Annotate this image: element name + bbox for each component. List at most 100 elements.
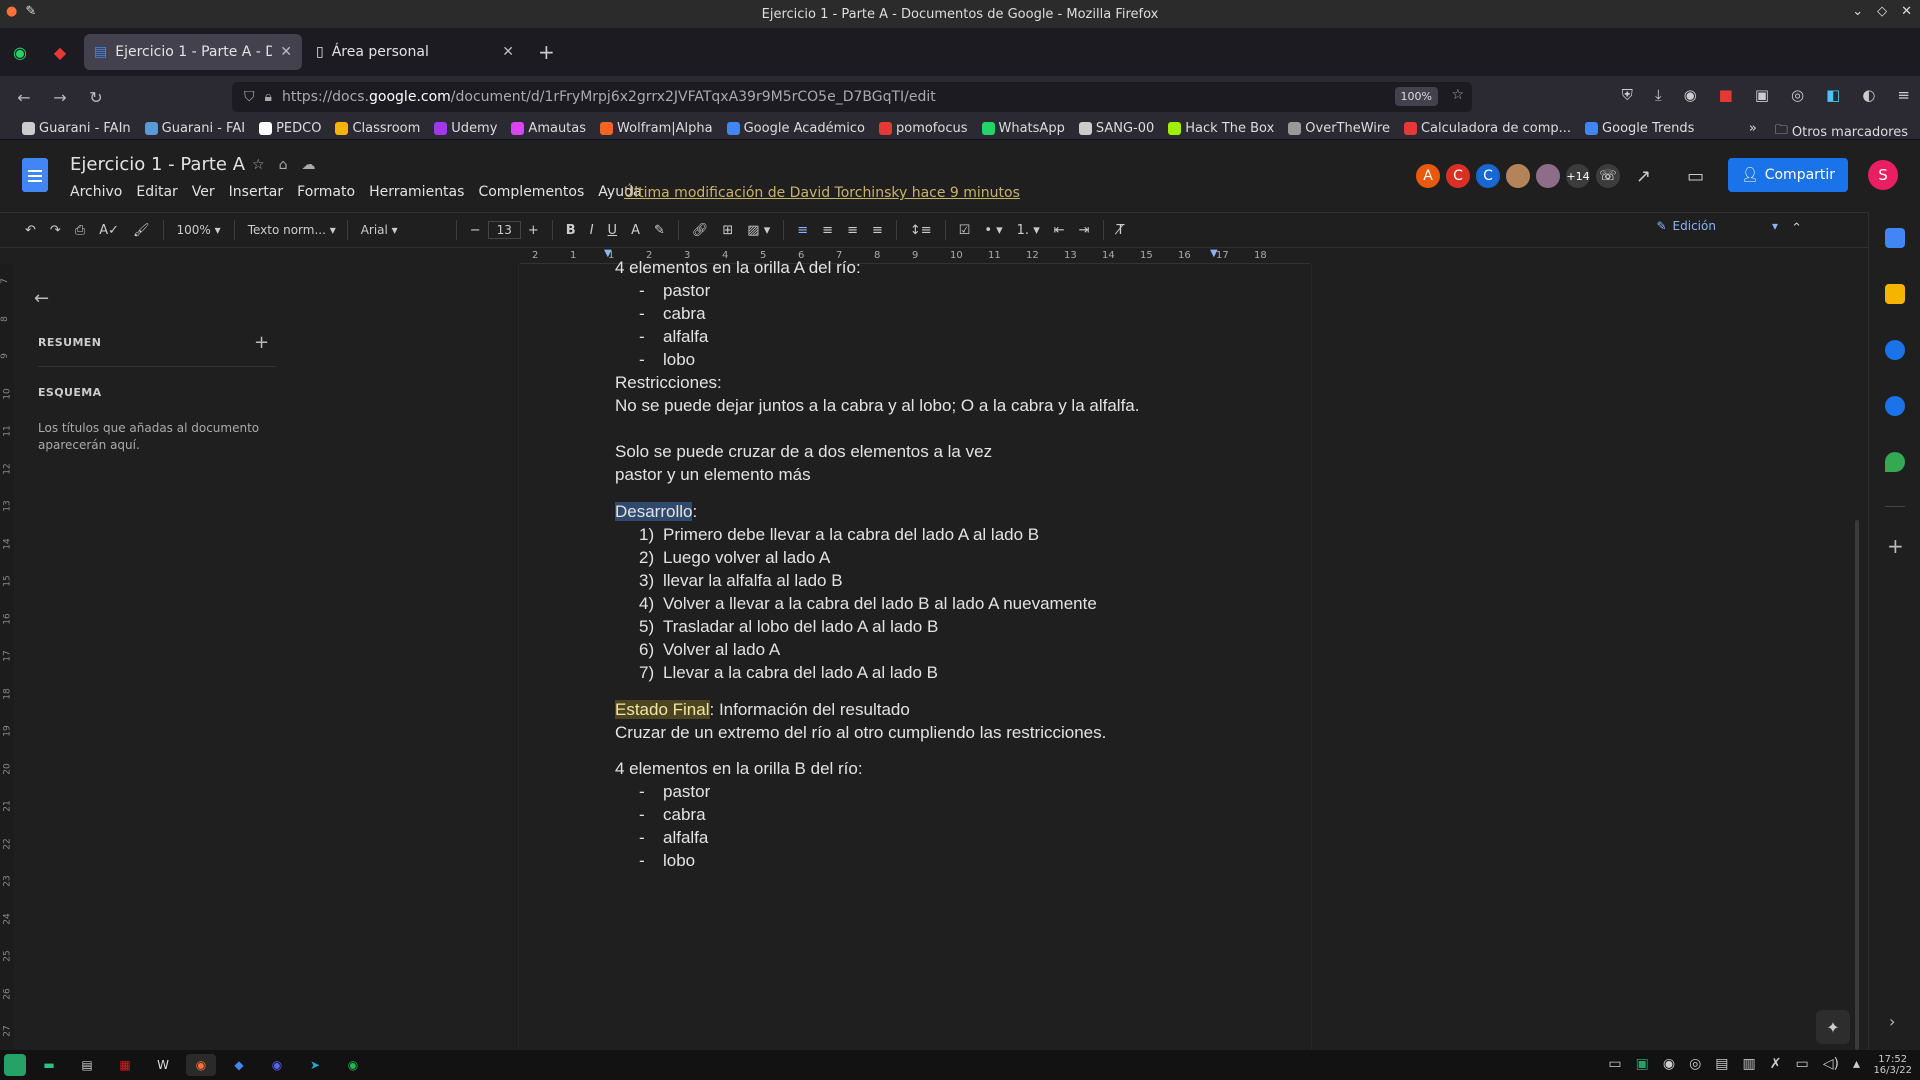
style-select[interactable]: Texto norm... ▾ (241, 223, 341, 237)
menu-icon[interactable]: ≡ (1897, 86, 1910, 104)
close-window-icon[interactable]: ✕ (1901, 4, 1912, 19)
bullet-list-item[interactable]: - alfalfa (639, 828, 708, 848)
decrease-indent-icon[interactable]: ⇤ (1047, 223, 1072, 238)
paragraph[interactable]: pastor y un elemento más (615, 465, 811, 485)
expand-panel-icon[interactable]: › (1889, 1012, 1895, 1031)
app-tray-icon[interactable]: ▣ (1636, 1056, 1649, 1072)
numbered-list-item[interactable]: 2) Luego volver al lado A (639, 548, 830, 568)
chevron-up-icon[interactable]: ▴ (1853, 1056, 1860, 1072)
tab-area-personal[interactable]: ▯ Área personal ✕ (306, 34, 524, 70)
bullet-list-item[interactable]: - pastor (639, 782, 710, 802)
maximize-icon[interactable]: ◇ (1877, 4, 1887, 19)
explore-button[interactable]: ✦ (1816, 1010, 1850, 1044)
app-icon[interactable]: W (148, 1054, 178, 1076)
files-icon[interactable]: ▤ (72, 1054, 102, 1076)
font-size-input[interactable]: 13 (487, 221, 521, 239)
discord-tray-icon[interactable]: ◉ (1663, 1056, 1675, 1072)
bookmark-item[interactable]: Google Académico (726, 121, 865, 136)
paragraph[interactable]: 4 elementos en la orilla A del río: (615, 258, 861, 278)
increase-indent-icon[interactable]: ⇥ (1072, 223, 1097, 238)
editing-mode-select[interactable]: ✎ Edición ▾ (1656, 219, 1778, 233)
bookmark-item[interactable]: WhatsApp (981, 121, 1065, 136)
paragraph[interactable]: Solo se puede cruzar de a dos elementos … (615, 442, 992, 462)
menu-item[interactable]: Formato (297, 184, 355, 200)
collaborator-avatar[interactable]: C (1474, 162, 1502, 190)
numbered-list-item[interactable]: 3) llevar la alfalfa al lado B (639, 571, 843, 591)
numbered-list-item[interactable]: 7) Llevar a la cabra del lado A al lado B (639, 663, 938, 683)
checklist-icon[interactable]: ☑ (952, 223, 978, 238)
menu-item[interactable]: Herramientas (369, 184, 464, 200)
section-heading[interactable]: Desarrollo: (615, 501, 697, 522)
redo-icon[interactable]: ↷ (43, 223, 68, 238)
menu-item[interactable]: Editar (136, 184, 177, 200)
bookmark-item[interactable]: Wolfram|Alpha (600, 121, 713, 136)
bookmark-item[interactable]: Google Trends (1585, 121, 1694, 136)
app-icon[interactable]: ▦ (110, 1054, 140, 1076)
bullet-list-item[interactable]: - pastor (639, 281, 710, 301)
bullet-list-item[interactable]: - alfalfa (639, 327, 708, 347)
lock-icon[interactable]: 🔒︎ (265, 89, 272, 105)
discord-icon[interactable]: ◉ (262, 1054, 292, 1076)
bookmark-item[interactable]: Amautas (511, 121, 586, 136)
pocket-icon[interactable]: ⛨ (1622, 86, 1633, 104)
spellcheck-icon[interactable]: A✓ (92, 223, 126, 238)
contacts-icon[interactable] (1885, 396, 1905, 416)
bullet-list-item[interactable]: - lobo (639, 851, 695, 871)
extension-icon[interactable]: ◐ (1862, 86, 1875, 104)
numbered-list-item[interactable]: 6) Volver al lado A (639, 640, 780, 660)
menu-item[interactable]: Insertar (229, 184, 284, 200)
indent-marker-icon[interactable]: ▼ (604, 248, 612, 259)
docs-logo-icon[interactable] (22, 158, 48, 192)
numbered-list-icon[interactable]: 1. ▾ (1010, 223, 1047, 238)
paragraph[interactable]: 4 elementos en la orilla B del río: (615, 759, 863, 779)
clock[interactable]: 17:52 16/3/22 (1873, 1054, 1912, 1076)
decrease-font-size-button[interactable]: − (463, 223, 488, 238)
paragraph[interactable]: Cruzar de un extremo del río al otro cum… (615, 723, 1106, 743)
add-comment-icon[interactable]: ⊞ (715, 223, 740, 238)
share-button[interactable]: 👤︎ Compartir (1728, 158, 1848, 192)
italic-button[interactable]: I (583, 223, 601, 238)
bookmark-item[interactable]: Guarani - FAIn (22, 121, 131, 136)
terminal-icon[interactable]: ▬ (34, 1054, 64, 1076)
app-icon[interactable]: ◆ (224, 1054, 254, 1076)
bookmark-item[interactable]: Classroom (335, 121, 420, 136)
reader-icon[interactable]: ▣ (1755, 86, 1769, 104)
telegram-icon[interactable]: ➤ (300, 1054, 330, 1076)
call-icon[interactable]: ☏ (1594, 162, 1622, 190)
bookmark-item[interactable]: Guarani - FAI (144, 121, 245, 136)
move-folder-icon[interactable]: ⌂ (279, 157, 288, 173)
paragraph[interactable]: Restricciones: (615, 373, 722, 393)
extension-icon[interactable]: ◎ (1791, 86, 1804, 104)
increase-font-size-button[interactable]: + (521, 223, 546, 238)
numbered-list-item[interactable]: 5) Trasladar al lobo del lado A al lado B (639, 617, 938, 637)
highlight-icon[interactable]: ✎ (647, 223, 672, 238)
underline-button[interactable]: U (601, 223, 625, 238)
account-icon[interactable]: ◉ (1684, 86, 1697, 104)
url-text[interactable]: https://docs.google.com/document/d/1rFry… (282, 89, 936, 105)
document-page[interactable]: 4 elementos en la orilla A del río: - past… (518, 258, 1312, 1050)
align-left-icon[interactable]: ≡ (790, 223, 815, 238)
add-addon-icon[interactable]: + (1887, 534, 1904, 558)
link-icon[interactable]: 🔗︎ (685, 223, 716, 238)
minimize-icon[interactable]: ⌄ (1852, 4, 1863, 19)
align-right-icon[interactable]: ≡ (840, 223, 865, 238)
numbered-list-item[interactable]: 4) Volver a llevar a la cabra del lado B … (639, 594, 1097, 614)
align-center-icon[interactable]: ≡ (815, 223, 840, 238)
close-tab-icon[interactable]: ✕ (280, 44, 292, 60)
window-icon[interactable]: ▭ (1608, 1056, 1621, 1072)
more-collaborators[interactable]: +14 (1564, 162, 1592, 190)
last-modified-link[interactable]: Última modificación de David Torchinsky … (624, 185, 1020, 201)
reload-button[interactable]: ↻ (78, 88, 114, 107)
collapse-toolbar-icon[interactable]: ⌃ (1791, 221, 1802, 236)
new-tab-button[interactable]: + (538, 40, 555, 64)
volume-icon[interactable]: ◁) (1823, 1056, 1839, 1072)
network-icon[interactable]: ▭ (1796, 1056, 1809, 1072)
paragraph[interactable]: No se puede dejar juntos a la cabra y al… (615, 396, 1139, 416)
extension-icon[interactable]: ■ (1719, 86, 1733, 104)
bookmark-item[interactable]: Calculadora de comp... (1403, 121, 1571, 136)
firefox-icon[interactable]: ◉ (186, 1054, 216, 1076)
insert-image-icon[interactable]: ▨ ▾ (740, 223, 777, 238)
scrollbar[interactable] (1855, 520, 1859, 1050)
star-icon[interactable]: ☆ (1451, 87, 1464, 103)
comments-icon[interactable]: ▭ (1687, 166, 1704, 187)
